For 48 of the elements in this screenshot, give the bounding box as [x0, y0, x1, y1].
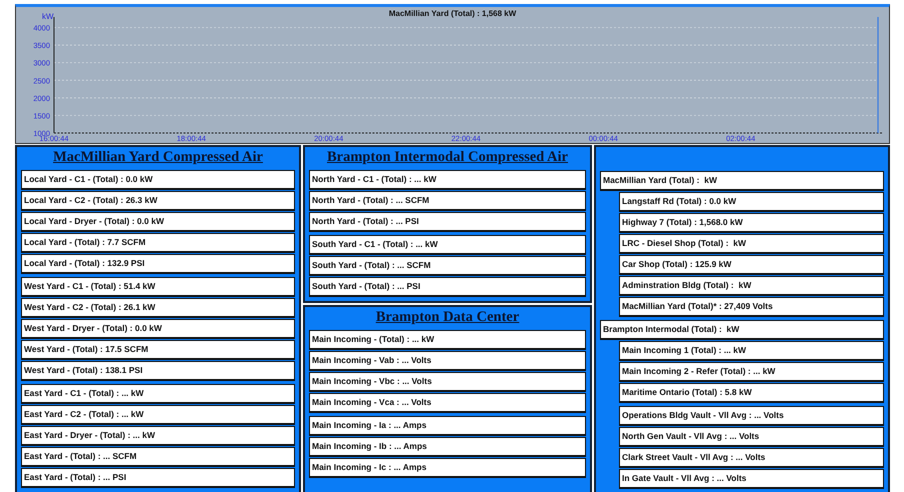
- reading-label: Main Incoming - Vab : ... Volts: [309, 351, 586, 371]
- reading-label: In Gate Vault - Vll Avg : ... Volts: [619, 469, 884, 489]
- reading-label: Local Yard - (Total) : 7.7 SCFM: [21, 233, 295, 253]
- chart-title: MacMillian Yard (Total) : 1,568 kW: [388, 9, 516, 18]
- reading-label: East Yard - C2 - (Total) : ... kW: [21, 405, 295, 425]
- reading-label: Operations Bldg Vault - Vll Avg : ... Volts: [619, 406, 884, 426]
- reading-label: Highway 7 (Total) : 1,568.0 kW: [619, 213, 884, 233]
- reading-label: North Yard - C1 - (Total) : ... kW: [309, 170, 586, 190]
- reading-label: Main Incoming 2 - Refer (Total) : ... kW: [619, 362, 884, 382]
- reading-label: West Yard - Dryer - (Total) : 0.0 kW: [21, 319, 295, 339]
- reading-label: South Yard - (Total) : ... SCFM: [309, 256, 586, 276]
- reading-label: Adminstration Bldg (Total) : kW: [619, 276, 884, 296]
- reading-label: Main Incoming - Ib : ... Amps: [309, 437, 586, 457]
- reading-label: Brampton Intermodal (Total) : kW: [600, 320, 884, 340]
- reading-label: Maritime Ontario (Total) : 5.8 kW: [619, 383, 884, 403]
- axis-label: kW: [42, 12, 54, 21]
- reading-label: MacMillian Yard (Total) : kW: [600, 171, 884, 191]
- reading-label: Local Yard - C2 - (Total) : 26.3 kW: [21, 191, 295, 211]
- reading-label: West Yard - (Total) : 17.5 SCFM: [21, 340, 295, 360]
- reading-label: Main Incoming 1 (Total) : ... kW: [619, 341, 884, 361]
- reading-label: North Yard - (Total) : ... PSI: [309, 212, 586, 232]
- reading-label: Main Incoming - Vbc : ... Volts: [309, 372, 586, 392]
- reading-label: North Gen Vault - Vll Avg : ... Volts: [619, 427, 884, 447]
- reading-label: Clark Street Vault - Vll Avg : ... Volts: [619, 448, 884, 468]
- reading-label: Main Incoming - (Total) : ... kW: [309, 330, 586, 350]
- reading-label: Langstaff Rd (Total) : 0.0 kW: [619, 192, 884, 212]
- reading-label: North Yard - (Total) : ... SCFM: [309, 191, 586, 211]
- reading-label: Main Incoming - Ia : ... Amps: [309, 416, 586, 436]
- panel-title: MacMillian Yard Compressed Air: [53, 149, 263, 167]
- reading-label: West Yard - (Total) : 138.1 PSI: [21, 361, 295, 381]
- reading-label: West Yard - C2 - (Total) : 26.1 kW: [21, 298, 295, 318]
- reading-label: Local Yard - Dryer - (Total) : 0.0 kW: [21, 212, 295, 232]
- reading-label: Main Incoming - Ic : ... Amps: [309, 458, 586, 478]
- panel-title: Brampton Data Center: [376, 309, 520, 327]
- reading-label: Local Yard - C1 - (Total) : 0.0 kW: [21, 170, 295, 190]
- reading-label: East Yard - Dryer - (Total) : ... kW: [21, 426, 295, 446]
- reading-label: West Yard - C1 - (Total) : 51.4 kW: [21, 277, 295, 297]
- reading-label: South Yard - C1 - (Total) : ... kW: [309, 235, 586, 255]
- panel-title: Brampton Intermodal Compressed Air: [327, 149, 568, 167]
- reading-label: Car Shop (Total) : 125.9 kW: [619, 255, 884, 275]
- reading-label: LRC - Diesel Shop (Total) : kW: [619, 234, 884, 254]
- reading-label: East Yard - (Total) : ... PSI: [21, 468, 295, 488]
- reading-label: MacMillian Yard (Total)* : 27,409 Volts: [619, 297, 884, 317]
- reading-label: East Yard - C1 - (Total) : ... kW: [21, 384, 295, 404]
- reading-label: Main Incoming - Vca : ... Volts: [309, 393, 586, 413]
- reading-label: Local Yard - (Total) : 132.9 PSI: [21, 254, 295, 274]
- reading-label: East Yard - (Total) : ... SCFM: [21, 447, 295, 467]
- reading-label: South Yard - (Total) : ... PSI: [309, 277, 586, 297]
